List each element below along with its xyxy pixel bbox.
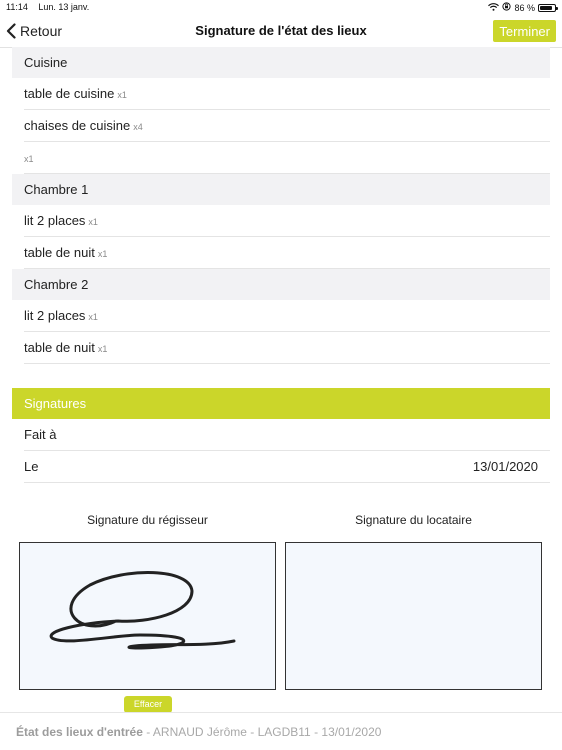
list-item[interactable]: table de nuit x1 bbox=[24, 237, 550, 269]
date-label: Le bbox=[24, 459, 39, 474]
finish-button[interactable]: Terminer bbox=[493, 20, 556, 42]
item-quantity: x1 bbox=[24, 154, 34, 164]
made-at-label: Fait à bbox=[24, 427, 57, 442]
item-quantity: x1 bbox=[88, 217, 98, 227]
section-header-cuisine: Cuisine bbox=[12, 47, 550, 78]
battery-icon bbox=[538, 3, 558, 12]
section-header-chambre-1: Chambre 1 bbox=[12, 174, 550, 205]
footer-title: État des lieux d'entrée bbox=[16, 725, 143, 739]
item-label: lit 2 places bbox=[24, 213, 86, 228]
status-indicators: 86 % bbox=[488, 2, 558, 13]
tenant-signature-pad[interactable] bbox=[285, 542, 542, 690]
footer: État des lieux d'entrée - ARNAUD Jérôme … bbox=[0, 712, 562, 750]
item-label: table de nuit bbox=[24, 245, 95, 260]
page-title: Signature de l'état des lieux bbox=[195, 23, 367, 38]
status-bar: 11:14 Lun. 13 janv. 86 % bbox=[0, 0, 562, 14]
signature-drawing bbox=[49, 571, 236, 650]
item-quantity: x1 bbox=[97, 249, 108, 259]
status-date: Lun. 13 janv. bbox=[38, 2, 90, 12]
orientation-lock-icon bbox=[502, 2, 512, 13]
list-item[interactable]: table de nuit x1 bbox=[24, 332, 550, 364]
item-label: chaises de cuisine bbox=[24, 118, 131, 133]
list-item[interactable]: table de cuisine x1 bbox=[24, 78, 550, 110]
made-at-field[interactable]: Fait à bbox=[24, 419, 550, 451]
manager-signature-label: Signature du régisseur bbox=[87, 513, 208, 527]
manager-signature-pad[interactable] bbox=[19, 542, 276, 690]
list-item[interactable]: chaises de cuisine x4 bbox=[24, 110, 550, 142]
clear-signature-button[interactable]: Effacer bbox=[124, 696, 172, 713]
item-label: table de cuisine bbox=[24, 86, 115, 101]
item-quantity: x1 bbox=[88, 312, 98, 322]
inventory-list: Cuisine table de cuisine x1 chaises de cu… bbox=[12, 47, 550, 364]
item-quantity: x1 bbox=[117, 90, 127, 100]
section-header-chambre-2: Chambre 2 bbox=[12, 269, 550, 300]
back-label: Retour bbox=[20, 23, 63, 39]
list-item[interactable]: x1 bbox=[24, 142, 550, 174]
back-button[interactable]: Retour bbox=[6, 20, 62, 42]
status-time: 11:14 bbox=[6, 2, 28, 12]
item-quantity: x1 bbox=[97, 344, 108, 354]
chevron-left-icon bbox=[6, 23, 16, 39]
list-item[interactable]: lit 2 places x1 bbox=[24, 300, 550, 332]
date-field[interactable]: Le 13/01/2020 bbox=[24, 451, 550, 483]
date-value: 13/01/2020 bbox=[472, 459, 538, 474]
tenant-signature-label: Signature du locataire bbox=[355, 513, 472, 527]
footer-details: - ARNAUD Jérôme - LAGDB11 - 13/01/2020 bbox=[142, 725, 382, 739]
item-quantity: x4 bbox=[133, 122, 143, 132]
item-label: lit 2 places bbox=[24, 308, 86, 323]
battery-percent: 86 % bbox=[514, 2, 535, 13]
item-label: table de nuit bbox=[24, 340, 95, 355]
list-item[interactable]: lit 2 places x1 bbox=[24, 205, 550, 237]
wifi-icon bbox=[488, 2, 500, 13]
signatures-header: Signatures bbox=[12, 388, 550, 419]
status-time-date: 11:14 Lun. 13 janv. bbox=[6, 2, 97, 12]
navigation-bar: Retour Signature de l'état des lieux Ter… bbox=[0, 14, 562, 48]
battery-fill bbox=[540, 5, 553, 10]
